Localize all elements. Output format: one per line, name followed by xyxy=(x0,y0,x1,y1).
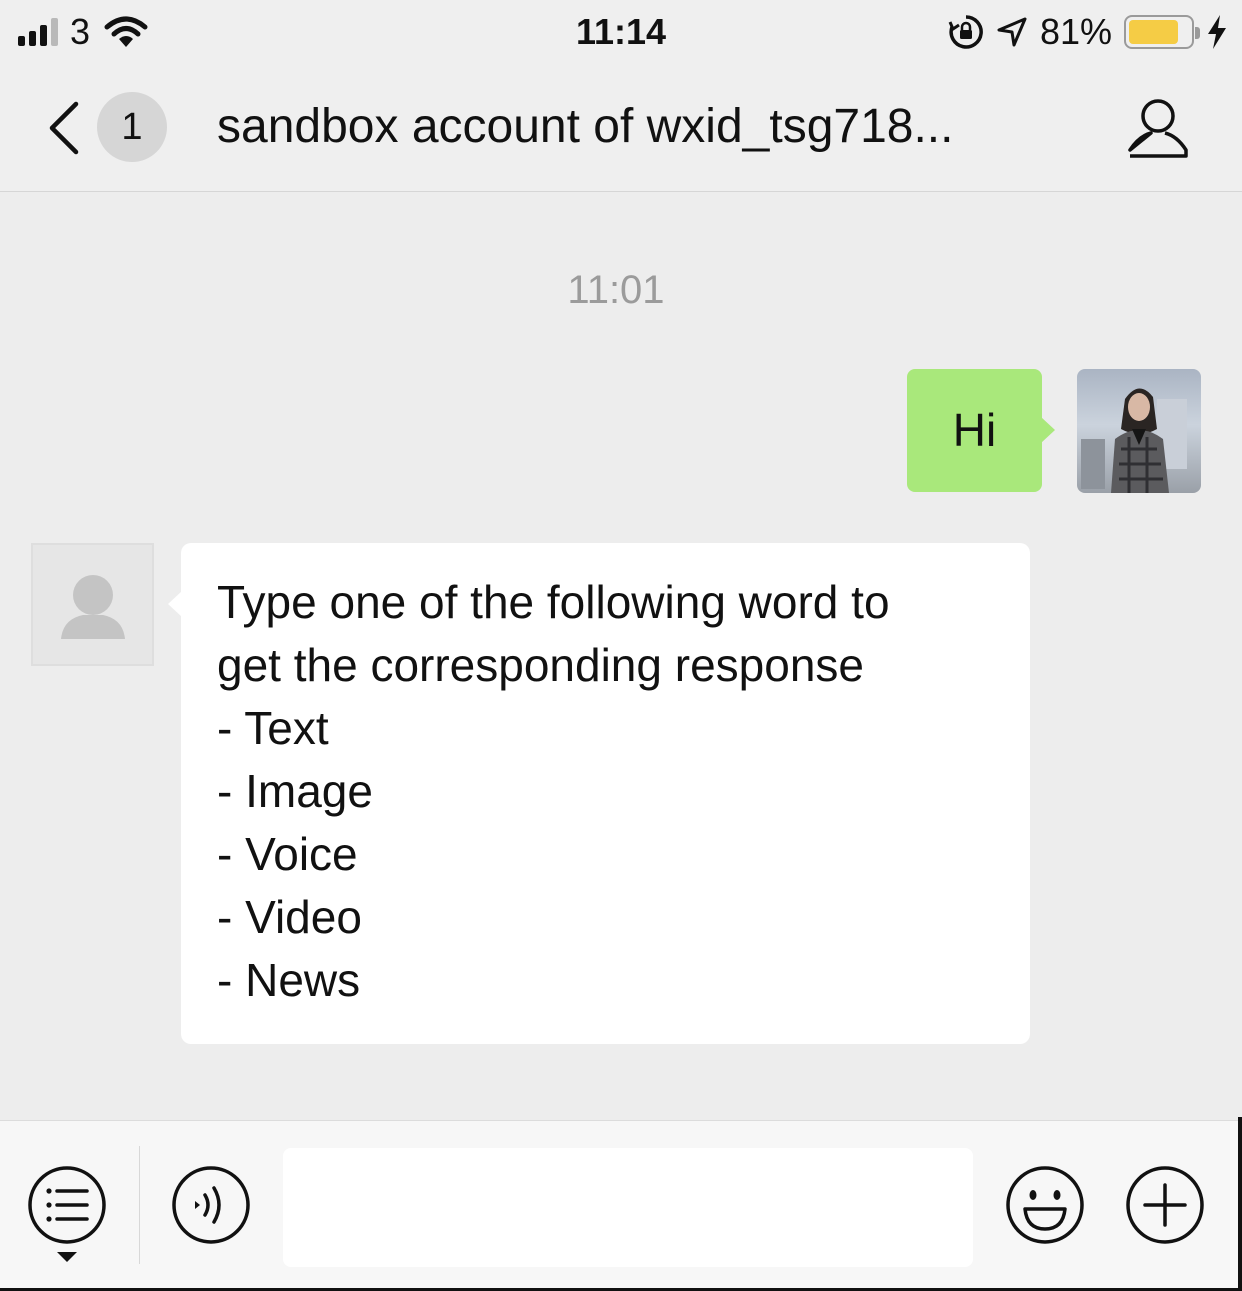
menu-list-icon[interactable] xyxy=(27,1165,107,1245)
emoji-icon[interactable] xyxy=(1005,1165,1085,1245)
message-line: get the corresponding response xyxy=(217,639,864,691)
location-arrow-icon xyxy=(997,17,1027,47)
screen-edge xyxy=(1238,1117,1242,1291)
message-line: - Image xyxy=(217,765,373,817)
input-divider xyxy=(139,1146,140,1264)
message-line: - News xyxy=(217,954,361,1006)
battery-percent: 81% xyxy=(1039,11,1112,52)
battery-icon xyxy=(1124,15,1200,49)
contact-avatar[interactable] xyxy=(31,543,154,666)
nav-bar: 1 sandbox account of wxid_tsg718... xyxy=(0,64,1242,192)
chat-area[interactable]: 11:01 Hi Type one of the following word … xyxy=(0,193,1242,1120)
profile-icon[interactable] xyxy=(1125,96,1191,160)
plus-icon[interactable] xyxy=(1125,1165,1205,1245)
unread-count-badge[interactable]: 1 xyxy=(97,92,167,162)
menu-caret-icon xyxy=(57,1252,77,1262)
charging-bolt-icon xyxy=(1208,15,1226,49)
message-line: - Voice xyxy=(217,828,358,880)
chat-title: sandbox account of wxid_tsg718... xyxy=(217,100,954,153)
sent-message-bubble[interactable]: Hi xyxy=(907,369,1055,492)
voice-icon[interactable] xyxy=(171,1165,251,1245)
status-right: 81% xyxy=(948,10,1228,54)
message-line: Type one of the following word to xyxy=(217,576,890,628)
message-line: - Video xyxy=(217,891,362,943)
message-timestamp: 11:01 xyxy=(567,268,665,312)
status-bar: 3 11:14 81% xyxy=(0,0,1242,64)
message-line: - Text xyxy=(217,702,329,754)
received-message-bubble[interactable]: Type one of the following word to get th… xyxy=(168,543,1030,1044)
input-bar xyxy=(0,1117,1242,1291)
message-input[interactable] xyxy=(283,1148,973,1267)
back-chevron-icon[interactable] xyxy=(40,98,90,158)
my-avatar[interactable] xyxy=(1077,369,1201,493)
orientation-lock-icon xyxy=(948,15,983,49)
